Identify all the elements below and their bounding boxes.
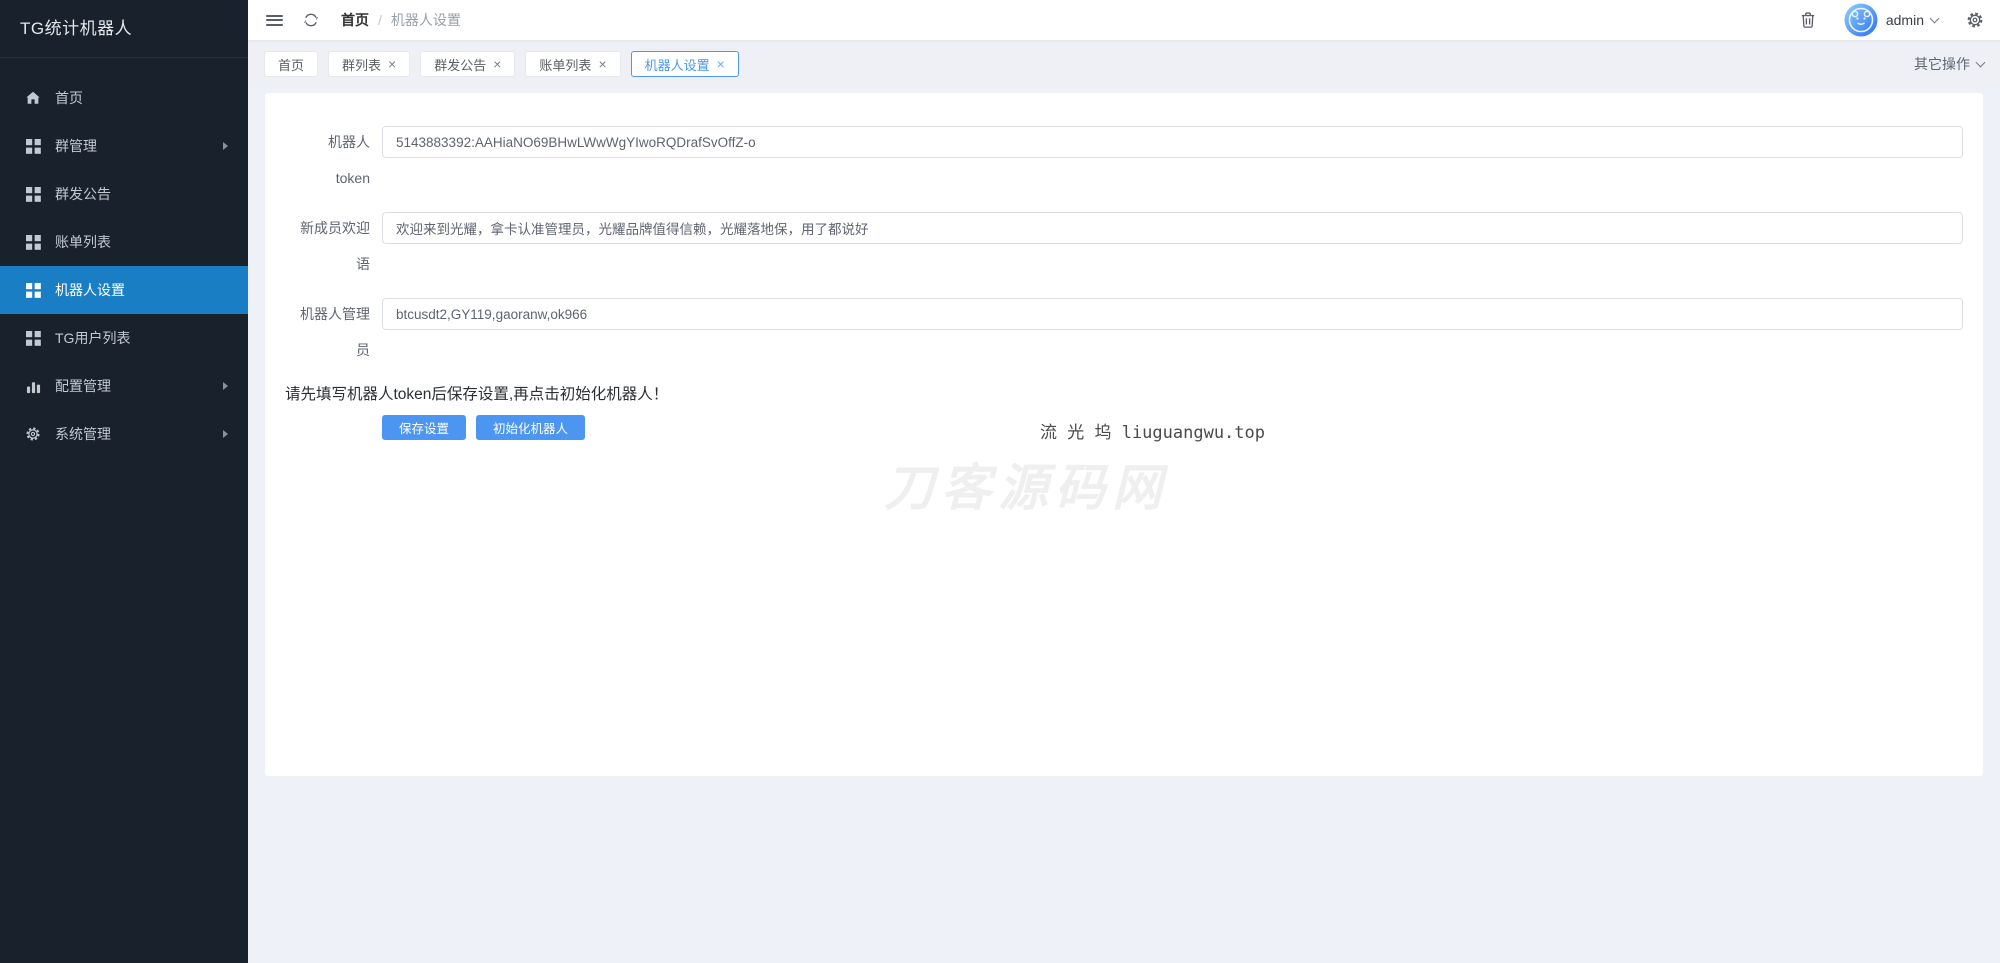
sidebar-item-label: 首页 [55, 88, 83, 108]
sidebar-item-label: TG用户列表 [55, 328, 130, 348]
token-input[interactable] [382, 126, 1963, 158]
close-icon[interactable]: × [388, 56, 396, 72]
sidebar-item-group-management[interactable]: 群管理 [0, 122, 248, 170]
topbar: 首页 / 机器人设置 [248, 0, 2000, 40]
init-robot-button[interactable]: 初始化机器人 [476, 415, 585, 440]
sidebar-item-system-management[interactable]: 系统管理 [0, 410, 248, 458]
refresh-icon[interactable] [303, 12, 319, 28]
chevron-down-icon [1930, 13, 1940, 23]
save-settings-button[interactable]: 保存设置 [382, 415, 466, 440]
grid-icon [24, 185, 42, 203]
gear-icon [24, 425, 42, 443]
bar-chart-icon [24, 377, 42, 395]
tab-bill-list[interactable]: 账单列表 × [525, 51, 620, 77]
breadcrumb-home-link[interactable]: 首页 [341, 10, 369, 30]
sidebar-item-label: 账单列表 [55, 232, 111, 252]
welcome-input[interactable] [382, 212, 1963, 244]
sidebar-item-label: 系统管理 [55, 424, 111, 444]
sidebar-item-label: 配置管理 [55, 376, 111, 396]
username: admin [1886, 12, 1924, 28]
token-field-label: 机器人token [300, 124, 382, 196]
sidebar-item-bill-list[interactable]: 账单列表 [0, 218, 248, 266]
user-avatar[interactable] [1844, 3, 1878, 37]
admins-input[interactable] [382, 298, 1963, 330]
tab-label: 首页 [278, 55, 304, 74]
app-title: TG统计机器人 [0, 0, 248, 58]
sidebar-item-config-management[interactable]: 配置管理 [0, 362, 248, 410]
sidebar-item-tg-user-list[interactable]: TG用户列表 [0, 314, 248, 362]
chevron-right-icon [223, 430, 228, 438]
tabbar: 首页 群列表 × 群发公告 × 账单列表 × 机器人设置 × 其它操作 [248, 40, 2000, 88]
big-watermark: 刀客源码网 [884, 448, 1169, 520]
sidebar: TG统计机器人 首页 群管理 群发公告 账单列表 [0, 0, 248, 963]
tab-label: 账单列表 [539, 55, 591, 74]
sidebar-item-label: 群发公告 [55, 184, 111, 204]
settings-gear-icon[interactable] [1966, 11, 1984, 29]
more-actions-label: 其它操作 [1914, 54, 1970, 74]
chevron-down-icon [1976, 57, 1986, 67]
sidebar-item-group-broadcast[interactable]: 群发公告 [0, 170, 248, 218]
tab-label: 群列表 [342, 55, 381, 74]
grid-icon [24, 329, 42, 347]
tab-label: 群发公告 [434, 55, 486, 74]
tab-home[interactable]: 首页 [264, 51, 318, 77]
sidebar-menu: 首页 群管理 群发公告 账单列表 机器人设置 [0, 58, 248, 458]
home-icon [24, 89, 42, 107]
grid-icon [24, 281, 42, 299]
breadcrumb: 首页 / 机器人设置 [341, 10, 461, 30]
breadcrumb-current: 机器人设置 [391, 10, 461, 30]
content-area: 机器人token 新成员欢迎语 机器人管理员 请先填写机器人token后保存设置… [248, 88, 2000, 963]
grid-icon [24, 233, 42, 251]
form-row-token: 机器人token [285, 124, 1963, 196]
grid-icon [24, 137, 42, 155]
welcome-field-label: 新成员欢迎语 [300, 210, 382, 282]
main-area: 首页 / 机器人设置 [248, 0, 2000, 963]
hamburger-menu-icon[interactable] [266, 12, 283, 28]
sidebar-item-label: 群管理 [55, 136, 97, 156]
breadcrumb-separator: / [378, 12, 382, 28]
chevron-right-icon [223, 142, 228, 150]
site-watermark: 流 光 坞 liuguangwu.top [1040, 418, 1265, 443]
close-icon[interactable]: × [598, 56, 606, 72]
close-icon[interactable]: × [717, 56, 725, 72]
tab-robot-settings[interactable]: 机器人设置 × [631, 51, 739, 77]
sidebar-item-home[interactable]: 首页 [0, 74, 248, 122]
chevron-right-icon [223, 382, 228, 390]
admins-field-label: 机器人管理员 [300, 296, 382, 368]
form-row-admins: 机器人管理员 [285, 296, 1963, 368]
more-actions-dropdown[interactable]: 其它操作 [1914, 54, 1984, 74]
user-dropdown[interactable]: admin [1886, 12, 1938, 28]
tab-label: 机器人设置 [645, 55, 710, 74]
sidebar-item-label: 机器人设置 [55, 280, 125, 300]
tab-group-list[interactable]: 群列表 × [328, 51, 410, 77]
trash-icon[interactable] [1800, 11, 1816, 29]
form-hint-text: 请先填写机器人token后保存设置,再点击初始化机器人！ [285, 382, 1963, 404]
sidebar-item-robot-settings[interactable]: 机器人设置 [0, 266, 248, 314]
form-row-welcome: 新成员欢迎语 [285, 210, 1963, 282]
tab-group-broadcast[interactable]: 群发公告 × [420, 51, 515, 77]
close-icon[interactable]: × [493, 56, 501, 72]
